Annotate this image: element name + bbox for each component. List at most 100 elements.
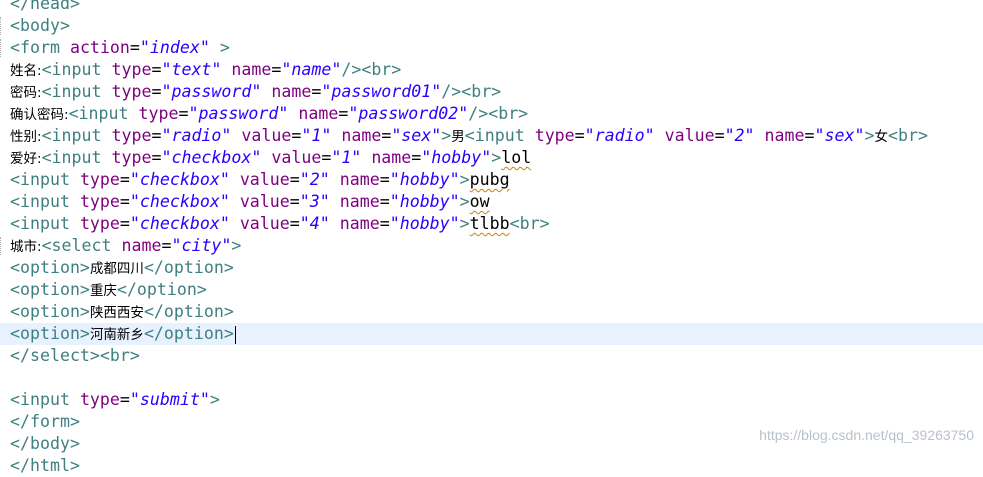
code-token: type	[79, 214, 120, 233]
code-token: "4"	[299, 214, 330, 233]
code-token: <option>	[10, 302, 90, 321]
code-token: "1"	[331, 148, 362, 167]
code-line[interactable]: <body>	[0, 15, 983, 37]
code-token: </option>	[116, 280, 207, 299]
code-line[interactable]: <option>成都四川</option>	[0, 257, 983, 279]
code-token: =	[151, 126, 162, 145]
code-token: "hobby"	[421, 148, 492, 167]
code-token: "checkbox"	[129, 170, 230, 189]
code-token: =	[574, 126, 585, 145]
code-token: "password02"	[348, 104, 469, 123]
code-token: <input	[41, 60, 112, 79]
code-token: type	[79, 170, 120, 189]
code-line[interactable]: <option>重庆</option>	[0, 279, 983, 301]
code-line[interactable]: 确认密码:<input type="password" name="passwo…	[0, 103, 983, 125]
code-token: tlbb	[469, 214, 510, 233]
code-token: ow	[469, 192, 490, 211]
code-token: <form	[10, 38, 70, 57]
code-line-current[interactable]: <option>河南新乡</option>	[0, 323, 983, 345]
code-token: 陕西西安	[89, 305, 144, 321]
code-token: <input	[68, 104, 139, 123]
code-token: =	[271, 60, 282, 79]
code-line[interactable]: 姓名:<input type="text" name="name"/><br>	[0, 59, 983, 81]
code-token: </html>	[10, 456, 80, 475]
code-token: name	[339, 170, 380, 189]
code-token: 姓名:	[10, 63, 42, 79]
code-token: >	[459, 214, 470, 233]
code-token: name	[339, 214, 380, 233]
code-token: type	[111, 60, 152, 79]
fold-marker	[0, 39, 5, 57]
code-token: =	[151, 60, 162, 79]
code-token: value	[239, 192, 290, 211]
code-line[interactable]: </head>	[0, 0, 983, 15]
code-token: >	[441, 126, 452, 145]
code-token: type	[534, 126, 575, 145]
code-token: "radio"	[584, 126, 655, 145]
code-line[interactable]: </select><br>	[0, 345, 983, 367]
code-token: 密码:	[10, 85, 42, 101]
code-token: <option>	[10, 324, 90, 343]
code-token: "3"	[299, 192, 330, 211]
code-line[interactable]: <form action="index" >	[0, 37, 983, 59]
code-token: value	[239, 170, 290, 189]
code-token: =	[379, 192, 390, 211]
code-line[interactable]: <input type="checkbox" value="4" name="h…	[0, 213, 983, 235]
code-token: name	[339, 192, 380, 211]
code-token: name	[231, 60, 272, 79]
code-editor[interactable]: </head> <body> <form action="index" > 姓名:<i…	[0, 0, 983, 477]
code-token: name	[298, 104, 339, 123]
code-token: pubg	[469, 170, 510, 189]
code-token: <input	[10, 192, 80, 211]
code-token: 男	[451, 129, 465, 145]
code-token: value	[664, 126, 715, 145]
code-token: type	[111, 148, 152, 167]
code-token: >	[864, 126, 875, 145]
code-line[interactable]	[0, 367, 983, 389]
code-token: 确认密码:	[10, 107, 69, 123]
code-token: =	[311, 82, 322, 101]
code-line[interactable]: <input type="submit">	[0, 389, 983, 411]
code-token: =	[338, 104, 349, 123]
code-token: "name"	[281, 60, 342, 79]
code-token: =	[119, 192, 130, 211]
code-line[interactable]: 性别:<input type="radio" value="1" name="s…	[0, 125, 983, 147]
code-token: <option>	[10, 280, 90, 299]
code-token: >	[491, 148, 502, 167]
code-token: "password"	[188, 104, 289, 123]
code-line[interactable]: 密码:<input type="password" name="password…	[0, 81, 983, 103]
code-token: =	[321, 148, 332, 167]
code-token: </form>	[10, 412, 80, 431]
code-line[interactable]: <input type="checkbox" value="3" name="h…	[0, 191, 983, 213]
code-token: 女	[874, 129, 888, 145]
code-token: /><br>	[341, 60, 402, 79]
code-line[interactable]: 爱好:<input type="checkbox" value="1" name…	[0, 147, 983, 169]
code-token: <input	[41, 148, 112, 167]
code-token: >	[459, 192, 470, 211]
code-line[interactable]: <input type="checkbox" value="2" name="h…	[0, 169, 983, 191]
code-token: type	[138, 104, 179, 123]
watermark: https://blog.csdn.net/qq_39263750	[759, 427, 974, 443]
code-token: =	[379, 170, 390, 189]
code-token: <option>	[10, 258, 90, 277]
code-line[interactable]: 城市:<select name="city">	[0, 235, 983, 257]
code-token: name	[764, 126, 805, 145]
code-line[interactable]: <option>陕西西安</option>	[0, 301, 983, 323]
code-line[interactable]: </html>	[0, 455, 983, 477]
code-token: lol	[501, 148, 532, 167]
code-token: >	[231, 236, 242, 255]
code-token: "sex"	[391, 126, 442, 145]
code-token: </option>	[143, 258, 234, 277]
code-token: =	[289, 214, 300, 233]
